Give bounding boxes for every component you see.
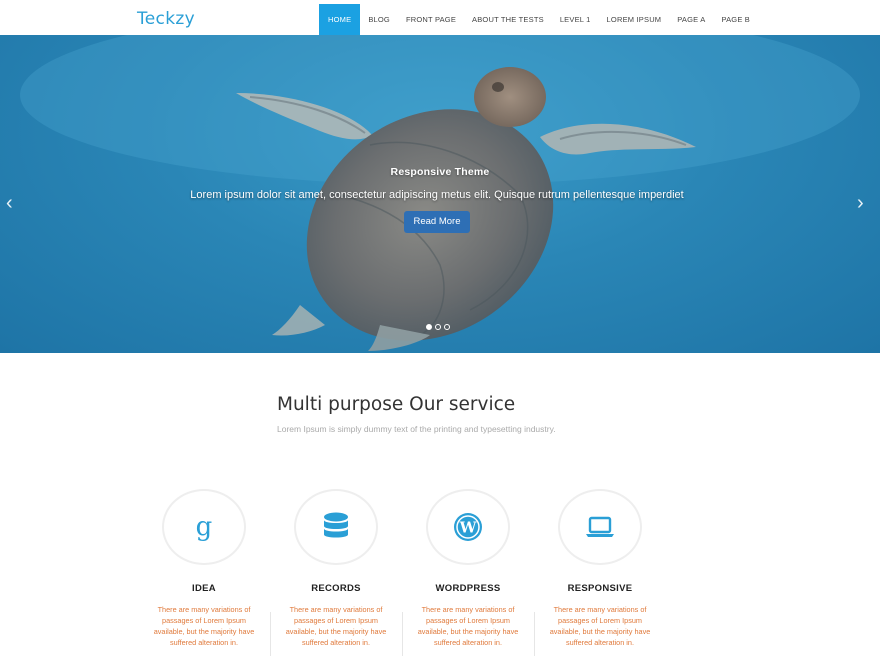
service-title: WORDPRESS [435, 583, 501, 594]
nav-item-level-1[interactable]: LEVEL 1 [552, 4, 599, 35]
nav-item-page-b[interactable]: PAGE B [713, 4, 758, 35]
slider-dot[interactable] [444, 324, 450, 330]
service-divider [534, 612, 535, 656]
site-header: Teckzy HOME BLOG FRONT PAGE ABOUT THE TE… [0, 0, 880, 35]
service-icon-circle: W [426, 489, 510, 565]
slider-dot[interactable] [426, 324, 432, 330]
service-icon-circle [294, 489, 378, 565]
service-card-idea: g IDEA There are many variations of pass… [149, 489, 259, 648]
service-title: RESPONSIVE [567, 583, 633, 594]
service-icon-circle [558, 489, 642, 565]
chevron-left-icon[interactable]: ‹ [6, 193, 13, 213]
nav-item-front-page[interactable]: FRONT PAGE [398, 4, 464, 35]
svg-text:W: W [459, 519, 478, 537]
service-divider [270, 612, 271, 656]
hero-slider: Responsive Theme Lorem ipsum dolor sit a… [0, 35, 880, 353]
services-subtitle: Lorem Ipsum is simply dummy text of the … [277, 424, 556, 434]
service-text: There are many variations of passages of… [549, 605, 651, 647]
laptop-icon [560, 491, 640, 563]
service-text: There are many variations of passages of… [417, 605, 519, 647]
service-title: RECORDS [311, 583, 361, 594]
chevron-right-icon[interactable]: › [857, 193, 864, 213]
main-nav: HOME BLOG FRONT PAGE ABOUT THE TESTS LEV… [319, 4, 758, 35]
services-title: Multi purpose Our service [277, 394, 516, 415]
service-text: There are many variations of passages of… [153, 605, 255, 647]
service-card-responsive: RESPONSIVE There are many variations of … [545, 489, 655, 648]
nav-item-lorem-ipsum[interactable]: LOREM IPSUM [599, 4, 670, 35]
nav-item-blog[interactable]: BLOG [360, 4, 398, 35]
svg-text:g: g [196, 512, 213, 542]
wordpress-icon: W [428, 491, 508, 563]
hero-title: Responsive Theme [390, 166, 490, 178]
service-title: IDEA [192, 583, 216, 594]
slider-dot[interactable] [435, 324, 441, 330]
google-icon: g [164, 491, 244, 563]
service-text: There are many variations of passages of… [285, 605, 387, 647]
read-more-button[interactable]: Read More [404, 211, 470, 233]
service-divider [402, 612, 403, 656]
nav-item-page-a[interactable]: PAGE A [669, 4, 713, 35]
database-icon [296, 491, 376, 563]
service-card-records: RECORDS There are many variations of pas… [281, 489, 391, 648]
service-card-wordpress: W WORDPRESS There are many variations of… [413, 489, 523, 648]
service-icon-circle: g [162, 489, 246, 565]
site-logo[interactable]: Teckzy [137, 9, 195, 29]
nav-item-about-the-tests[interactable]: ABOUT THE TESTS [464, 4, 552, 35]
nav-item-home[interactable]: HOME [319, 4, 361, 35]
slider-pagination [426, 324, 450, 330]
hero-text: Lorem ipsum dolor sit amet, consectetur … [190, 189, 684, 201]
